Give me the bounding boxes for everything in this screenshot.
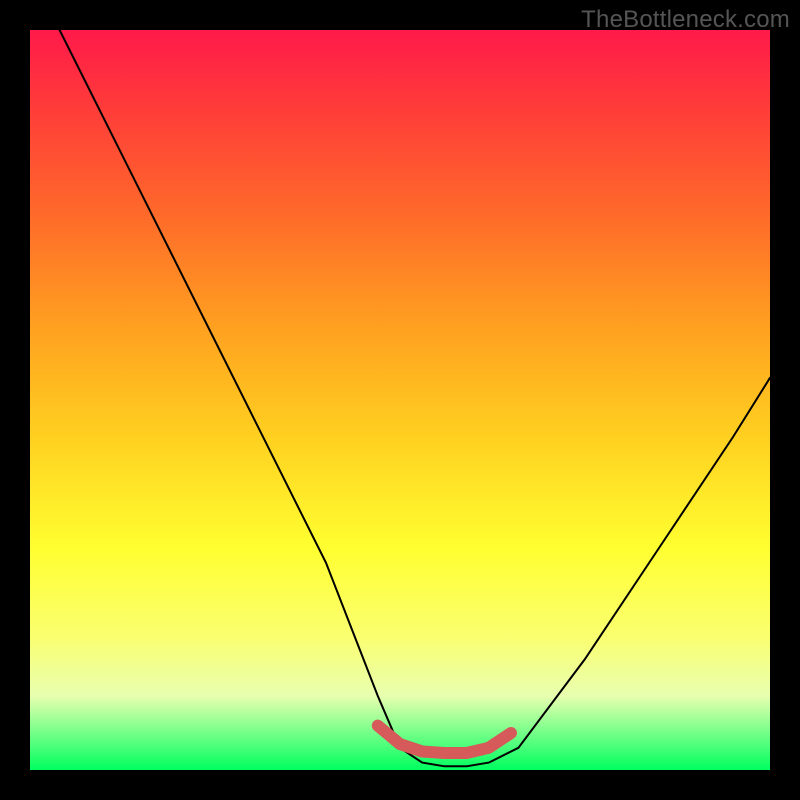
flat-bottom-highlight: [378, 726, 511, 753]
main-curve: [60, 30, 770, 766]
plot-area: [30, 30, 770, 770]
watermark-text: TheBottleneck.com: [581, 6, 790, 34]
chart-svg: [30, 30, 770, 770]
